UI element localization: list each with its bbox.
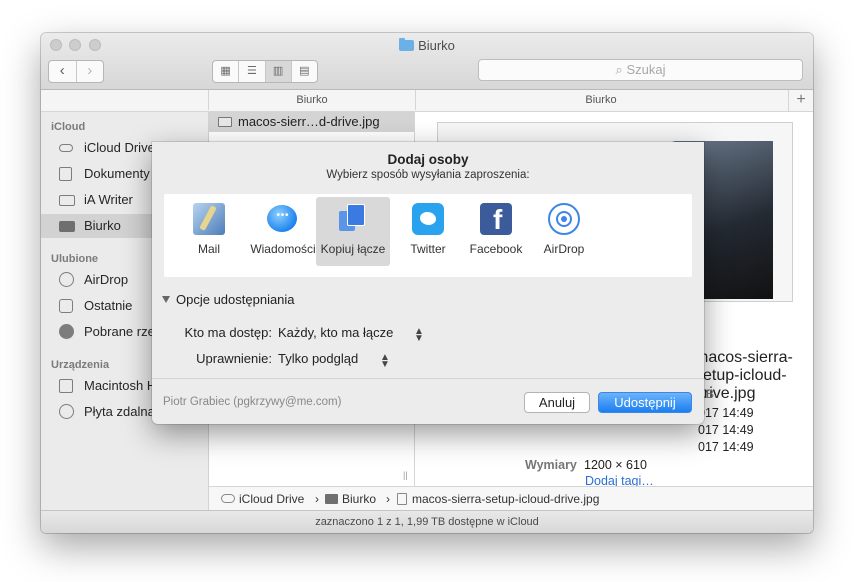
search-field[interactable]: ⌕ Szukaj: [478, 59, 803, 81]
sidebar-section-icloud: iCloud: [51, 121, 86, 133]
file-row-selected[interactable]: macos-sierr…d-drive.jpg: [209, 112, 414, 132]
share-button[interactable]: Udostępnij: [598, 392, 692, 413]
twitter-icon: [412, 203, 444, 235]
navigation-buttons: ‹ ›: [48, 60, 104, 83]
share-mail-button[interactable]: Mail: [172, 197, 246, 266]
document-icon: [59, 167, 72, 181]
cloud-icon: [59, 144, 73, 152]
desktop-icon: [325, 494, 338, 504]
airdrop-icon: [59, 272, 74, 287]
folder-icon: [399, 38, 415, 51]
preview-dimensions-label: Wymiary: [525, 458, 577, 472]
forward-button[interactable]: ›: [75, 61, 104, 82]
share-copy-link-button[interactable]: Kopiuj łącze: [316, 197, 390, 266]
recents-icon: [59, 299, 73, 313]
copy-link-icon: [339, 203, 371, 235]
disc-icon: [59, 404, 74, 419]
disclosure-triangle-icon: [162, 296, 170, 303]
titlebar: Biurko ‹ › ▦ ☰ ▥ ▤ ⌕ Szukaj: [41, 33, 813, 90]
account-label: Piotr Grabiec (pgkrzywy@me.com): [163, 396, 342, 408]
share-methods: Mail Wiadomości Kopiuj łącze Twitter Fac…: [164, 194, 692, 277]
path-bar: iCloud Drive › Biurko › macos-sierra-set…: [209, 486, 813, 511]
popup-arrows-icon[interactable]: ▲ ▼: [380, 353, 390, 370]
path-segment-desktop[interactable]: Biurko: [342, 487, 376, 511]
sheet-title: Dodaj osoby: [387, 152, 469, 167]
popup-arrows-icon[interactable]: ▲ ▼: [414, 327, 424, 344]
back-button[interactable]: ‹: [49, 61, 76, 82]
folder-icon: [59, 195, 75, 206]
add-tab-button[interactable]: +: [788, 90, 813, 111]
airdrop-icon: [548, 203, 580, 235]
desktop-icon: [59, 221, 75, 232]
list-view-button[interactable]: ☰: [238, 61, 264, 82]
window-title: Biurko: [41, 38, 813, 53]
path-separator: ›: [386, 492, 390, 506]
column-header-2: Biurko: [585, 94, 617, 106]
preview-opened: 017 14:49: [698, 440, 754, 454]
add-people-sheet: Dodaj osoby Wybierz sposób wysyłania zap…: [152, 142, 704, 424]
view-mode-selector: ▦ ☰ ▥ ▤: [212, 60, 318, 83]
gallery-view-button[interactable]: ▤: [290, 61, 317, 82]
column-headers: Biurko Biurko +: [41, 90, 813, 112]
harddisk-icon: [59, 379, 73, 393]
sidebar-section-favorites: Ulubione: [51, 253, 99, 265]
sheet-subtitle: Wybierz sposób wysyłania zaproszenia:: [326, 169, 530, 181]
icon-view-button[interactable]: ▦: [213, 61, 238, 82]
access-popup[interactable]: Każdy, kto ma łącze: [278, 325, 393, 340]
preview-modified: 017 14:49: [698, 423, 754, 437]
sidebar-section-devices: Urządzenia: [51, 359, 110, 371]
share-options-disclosure[interactable]: Opcje udostępniania: [162, 292, 295, 307]
status-bar: zaznaczono 1 z 1, 1,99 TB dostępne w iCl…: [41, 510, 813, 533]
permission-popup[interactable]: Tylko podgląd: [278, 351, 358, 366]
search-icon: ⌕: [615, 62, 623, 77]
path-segment-icloud[interactable]: iCloud Drive: [239, 487, 304, 511]
downloads-icon: [59, 324, 74, 339]
facebook-icon: [480, 203, 512, 236]
permission-label: Uprawnienie:: [196, 351, 272, 366]
access-label: Kto ma dostęp:: [184, 325, 272, 340]
messages-icon: [267, 205, 297, 232]
cloud-icon: [221, 494, 235, 503]
preview-dimensions-value: 1200 × 610: [584, 458, 647, 472]
path-segment-file[interactable]: macos-sierra-setup-icloud-drive.jpg: [412, 487, 599, 511]
mail-icon: [193, 203, 225, 235]
column-header-1: Biurko: [208, 90, 416, 110]
path-separator: ›: [315, 492, 319, 506]
sheet-divider: [152, 378, 704, 379]
column-view-button[interactable]: ▥: [264, 61, 291, 82]
share-airdrop-button[interactable]: AirDrop: [527, 197, 601, 266]
cancel-button[interactable]: Anuluj: [524, 392, 590, 413]
column-resize-handle[interactable]: ||: [403, 470, 408, 480]
image-file-icon: [397, 493, 407, 505]
preview-created: 017 14:49: [698, 406, 754, 420]
image-file-icon: [218, 117, 232, 127]
